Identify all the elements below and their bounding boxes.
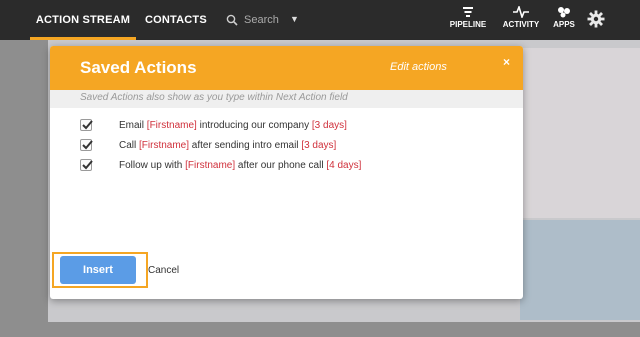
nav-apps[interactable]: APPS bbox=[539, 6, 589, 29]
close-icon[interactable]: × bbox=[503, 55, 510, 69]
pipeline-icon bbox=[463, 7, 473, 17]
checkmark-icon bbox=[82, 160, 93, 170]
action-text: Email [Firstname] introducing our compan… bbox=[119, 119, 347, 131]
background-panel-right bbox=[520, 48, 640, 218]
apps-icon bbox=[558, 7, 570, 18]
nav-pipeline-label: PIPELINE bbox=[449, 20, 487, 29]
search-dropdown-caret-icon[interactable]: ▼ bbox=[290, 14, 299, 24]
activity-icon bbox=[513, 6, 529, 18]
cancel-button[interactable]: Cancel bbox=[148, 265, 179, 276]
background-panel-blue bbox=[520, 220, 640, 320]
tab-contacts[interactable]: CONTACTS bbox=[145, 0, 207, 40]
action-text: Call [Firstname] after sending intro ema… bbox=[119, 139, 337, 151]
search-box[interactable]: Search bbox=[226, 0, 279, 40]
search-placeholder: Search bbox=[244, 14, 279, 26]
nav-activity-label: ACTIVITY bbox=[502, 20, 540, 29]
insert-button[interactable]: Insert bbox=[60, 256, 136, 284]
nav-pipeline[interactable]: PIPELINE bbox=[443, 6, 493, 29]
checkmark-icon bbox=[82, 120, 93, 130]
list-item[interactable]: Email [Firstname] introducing our compan… bbox=[80, 117, 347, 133]
list-item[interactable]: Call [Firstname] after sending intro ema… bbox=[80, 137, 336, 153]
action-checkbox[interactable] bbox=[80, 119, 93, 131]
action-checkbox[interactable] bbox=[80, 139, 93, 151]
action-text: Follow up with [Firstname] after our pho… bbox=[119, 159, 362, 171]
tab-action-stream[interactable]: ACTION STREAM bbox=[30, 0, 136, 40]
saved-actions-modal: Saved Actions Edit actions × Saved Actio… bbox=[50, 46, 523, 299]
nav-apps-label: APPS bbox=[553, 20, 575, 29]
top-nav: ACTION STREAM CONTACTS Search ▼ PIPELINE… bbox=[0, 0, 640, 40]
edit-actions-link[interactable]: Edit actions bbox=[390, 61, 447, 73]
list-item[interactable]: Follow up with [Firstname] after our pho… bbox=[80, 157, 361, 173]
action-checkbox[interactable] bbox=[80, 159, 93, 171]
modal-title: Saved Actions bbox=[80, 58, 197, 77]
modal-header: Saved Actions Edit actions × bbox=[50, 46, 523, 90]
checkmark-icon bbox=[82, 140, 93, 150]
hint-text: Saved Actions also show as you type with… bbox=[80, 92, 348, 103]
search-icon bbox=[226, 14, 238, 26]
settings-gear-icon[interactable] bbox=[587, 10, 605, 33]
hint-bar: Saved Actions also show as you type with… bbox=[50, 90, 523, 108]
